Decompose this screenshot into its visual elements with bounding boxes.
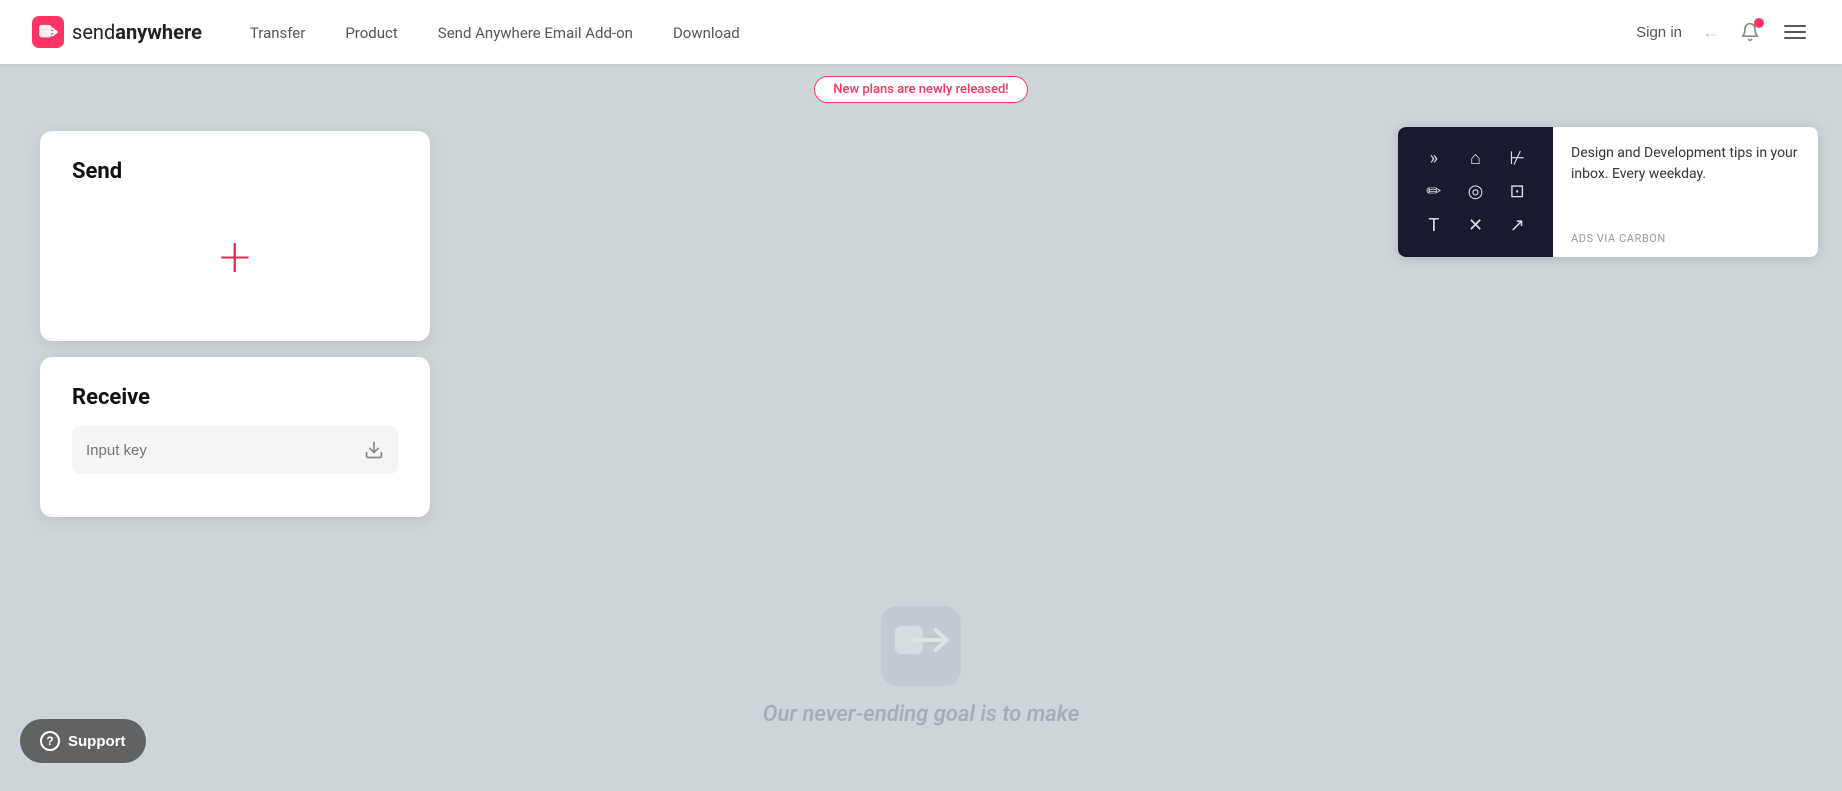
banner-container: New plans are newly released!: [0, 64, 1842, 107]
notification-button[interactable]: [1740, 22, 1760, 42]
logo[interactable]: sendanywhere: [32, 16, 202, 48]
plus-icon: +: [219, 229, 251, 285]
ad-icon-4: ✏: [1414, 176, 1454, 207]
ad-icon-6: ⊡: [1497, 176, 1537, 207]
support-icon: ?: [40, 731, 60, 751]
hamburger-line: [1784, 37, 1806, 39]
nav-links: Transfer Product Send Anywhere Email Add…: [250, 23, 740, 42]
menu-button[interactable]: [1780, 21, 1810, 43]
ad-icon-3: ⊬: [1497, 143, 1537, 174]
add-file-button[interactable]: +: [72, 200, 398, 313]
ad-image: » ⌂ ⊬ ✏ ◎ ⊡ T ✕ ↗: [1398, 127, 1553, 257]
receive-title: Receive: [72, 385, 398, 410]
divider: ←: [1702, 22, 1720, 43]
hamburger-line: [1784, 25, 1806, 27]
notification-badge: [1754, 18, 1764, 28]
logo-text: sendanywhere: [72, 20, 202, 44]
ad-icon-7: T: [1414, 210, 1454, 241]
send-title: Send: [72, 159, 398, 184]
support-button[interactable]: ? Support: [20, 719, 146, 763]
ad-icon-9: ↗: [1497, 210, 1537, 241]
input-key-row: [72, 426, 398, 474]
input-key-field[interactable]: [86, 442, 364, 459]
left-panel: Send + Receive: [40, 131, 430, 763]
ad-icon-2: ⌂: [1456, 143, 1496, 174]
receive-card: Receive: [40, 357, 430, 517]
nav-product[interactable]: Product: [345, 24, 397, 42]
watermark-logo-icon: [881, 606, 961, 686]
download-icon: [364, 440, 384, 460]
ad-icon-8: ✕: [1456, 210, 1496, 241]
receive-download-button[interactable]: [364, 440, 384, 460]
ad-via-label: ADS VIA CARBON: [1571, 232, 1800, 245]
watermark-tagline: Our never-ending goal is to make: [763, 702, 1079, 727]
ad-description: Design and Development tips in your inbo…: [1571, 143, 1800, 185]
nav-email-addon[interactable]: Send Anywhere Email Add-on: [438, 24, 633, 42]
center-watermark: Our never-ending goal is to make: [763, 606, 1079, 727]
navbar: sendanywhere Transfer Product Send Anywh…: [0, 0, 1842, 64]
navbar-left: sendanywhere Transfer Product Send Anywh…: [32, 16, 740, 48]
hamburger-line: [1784, 31, 1806, 33]
navbar-right: Sign in ←: [1636, 21, 1810, 43]
ad-card: » ⌂ ⊬ ✏ ◎ ⊡ T ✕ ↗ Design and Development…: [1398, 127, 1818, 257]
support-label: Support: [68, 733, 126, 750]
ad-content: Design and Development tips in your inbo…: [1553, 127, 1818, 257]
main-content: Send + Receive: [0, 107, 1842, 787]
nav-transfer[interactable]: Transfer: [250, 24, 305, 42]
new-plans-badge: New plans are newly released!: [814, 76, 1027, 103]
send-card: Send +: [40, 131, 430, 341]
ad-icon-5: ◎: [1456, 176, 1496, 207]
logo-icon: [32, 16, 64, 48]
sign-in-button[interactable]: Sign in: [1636, 24, 1682, 41]
nav-download[interactable]: Download: [673, 24, 740, 42]
ad-icon-1: »: [1414, 143, 1454, 174]
